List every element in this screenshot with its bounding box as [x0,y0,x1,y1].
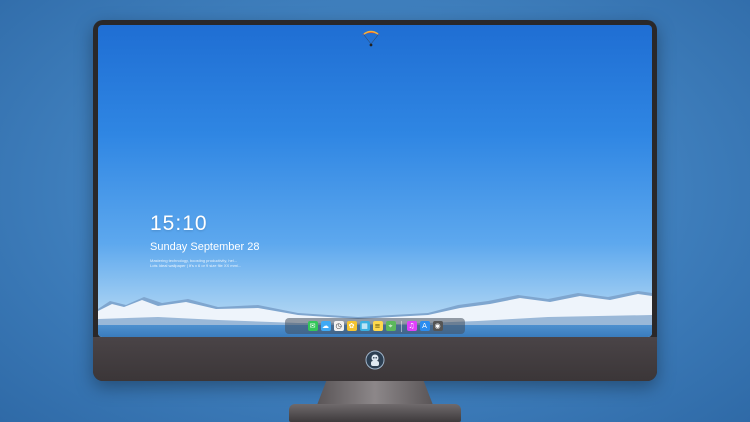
messages-icon[interactable]: ✉ [307,321,318,331]
lock-date: Sunday September 28 [150,241,260,253]
lock-caption: Mastering technology, boosting productiv… [150,258,300,268]
stand-base [289,404,461,422]
dock-separator [400,320,402,332]
weather-icon[interactable]: ☁ [320,321,331,331]
camera-icon[interactable]: ◉ [432,321,443,331]
notes-icon[interactable]: ≡ [372,321,383,331]
caption-line-2: Lots Ideal wallpaper | It's x 6 or 9 siz… [150,263,242,268]
lock-screen[interactable]: 15:10 Sunday September 28 Mastering tech… [98,25,652,337]
maps-icon[interactable]: ⌖ [385,321,396,331]
dock: ✉ ☁ ◷ ✿ ▦ ≡ ⌖ ♫ A ◉ [285,318,465,334]
app-store-icon[interactable]: A [419,321,430,331]
monitor: 15:10 Sunday September 28 Mastering tech… [93,20,657,381]
stand-neck [317,381,433,405]
paraglider-image [362,30,380,47]
photos-icon[interactable]: ✿ [346,321,357,331]
brand-logo-icon [365,350,385,370]
clapper-icon[interactable]: ▦ [359,321,370,331]
music-icon[interactable]: ♫ [406,321,417,331]
clock-icon[interactable]: ◷ [333,321,344,331]
lock-time: 15:10 [150,212,208,235]
